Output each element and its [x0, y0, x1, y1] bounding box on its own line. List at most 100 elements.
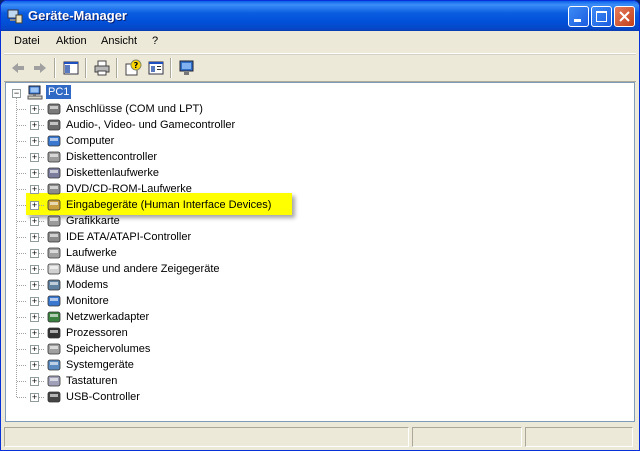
expand-toggle[interactable]: +: [30, 265, 39, 274]
minimize-button[interactable]: [568, 6, 589, 27]
print-icon[interactable]: [93, 59, 111, 77]
tree-connector: [17, 173, 26, 175]
storage-volume-icon: [47, 343, 61, 355]
tree-connector: [17, 221, 26, 223]
tree-item-label[interactable]: Audio-, Video- und Gamecontroller: [66, 119, 235, 131]
close-button[interactable]: [614, 6, 635, 27]
tree-item-label[interactable]: Computer: [66, 135, 114, 147]
tree-connector: [17, 269, 26, 271]
expand-toggle[interactable]: +: [30, 153, 39, 162]
tree-item-label[interactable]: Diskettenlaufwerke: [66, 167, 159, 179]
tree-connector: [17, 317, 26, 319]
tree-connector: [17, 349, 26, 351]
menu-datei[interactable]: Datei: [14, 35, 40, 47]
expand-toggle[interactable]: +: [30, 185, 39, 194]
system-device-icon: [47, 359, 61, 371]
device-tree[interactable]: − PC1 + Anschlüsse (COM und LPT) + Audio-, …: [5, 82, 635, 422]
port-icon: [47, 103, 61, 115]
status-cell-2: [412, 427, 522, 447]
tree-connector: [17, 237, 26, 239]
expand-toggle[interactable]: +: [30, 121, 39, 130]
scan-hardware-icon[interactable]: [178, 59, 196, 77]
tree-item-label[interactable]: USB-Controller: [66, 391, 140, 403]
forward-icon[interactable]: [31, 59, 49, 77]
display-adapter-icon: [47, 215, 61, 227]
tree-connector: [17, 301, 26, 303]
device-manager-app-icon: [7, 9, 23, 24]
tree-connector: [17, 333, 26, 335]
tree-item-label[interactable]: IDE ATA/ATAPI-Controller: [66, 231, 191, 243]
monitor-icon: [47, 295, 61, 307]
toolbar: ?: [4, 54, 636, 82]
show-hide-console-tree-icon[interactable]: [62, 59, 80, 77]
expand-toggle[interactable]: +: [30, 297, 39, 306]
keyboard-icon: [47, 375, 61, 387]
tree-connector: [17, 189, 26, 191]
tree-item-label[interactable]: Diskettencontroller: [66, 151, 157, 163]
tree-item-label[interactable]: Speichervolumes: [66, 343, 150, 355]
expand-toggle[interactable]: +: [30, 201, 39, 210]
tree-item-label[interactable]: Grafikkarte: [66, 215, 120, 227]
tree-item-label[interactable]: Anschlüsse (COM und LPT): [66, 103, 203, 115]
expand-toggle[interactable]: +: [30, 217, 39, 226]
expand-toggle[interactable]: +: [30, 345, 39, 354]
hid-icon: [47, 199, 61, 211]
root-expander[interactable]: −: [12, 89, 21, 98]
toolbar-separator: [116, 58, 118, 78]
back-icon[interactable]: [9, 59, 27, 77]
menu-ansicht[interactable]: Ansicht: [101, 35, 137, 47]
modem-icon: [47, 279, 61, 291]
network-adapter-icon: [47, 311, 61, 323]
expand-toggle[interactable]: +: [30, 105, 39, 114]
expand-toggle[interactable]: +: [30, 377, 39, 386]
toolbar-separator: [170, 58, 172, 78]
properties-help-icon[interactable]: ?: [124, 59, 142, 77]
expand-toggle[interactable]: +: [30, 329, 39, 338]
tree-item-label[interactable]: Tastaturen: [66, 375, 117, 387]
tree-item-label[interactable]: Systemgeräte: [66, 359, 134, 371]
device-manager-window: Geräte-Manager Datei Aktion Ansicht ? ? …: [0, 0, 640, 451]
expand-toggle[interactable]: +: [30, 249, 39, 258]
toolbar-separator: [85, 58, 87, 78]
usb-icon: [47, 391, 61, 403]
tree-item-label[interactable]: Prozessoren: [66, 327, 128, 339]
mouse-icon: [47, 263, 61, 275]
tree-connector: [17, 253, 26, 255]
expand-toggle[interactable]: +: [30, 137, 39, 146]
tree-item-label[interactable]: Netzwerkadapter: [66, 311, 149, 323]
maximize-icon: [596, 11, 607, 22]
tree-item-label[interactable]: Eingabegeräte (Human Interface Devices): [66, 199, 271, 211]
svg-text:?: ?: [134, 61, 139, 70]
tree-connector: [17, 397, 26, 399]
computer-root-icon: [27, 85, 43, 100]
expand-toggle[interactable]: +: [30, 361, 39, 370]
tree-connector: [17, 285, 26, 287]
tree-connector: [17, 381, 26, 383]
menu-help[interactable]: ?: [152, 35, 158, 47]
properties-icon[interactable]: [147, 59, 165, 77]
maximize-button[interactable]: [591, 6, 612, 27]
expand-toggle[interactable]: +: [30, 281, 39, 290]
tree-item-label[interactable]: DVD/CD-ROM-Laufwerke: [66, 183, 192, 195]
tree-connector: [17, 141, 26, 143]
menu-bar: Datei Aktion Ansicht ?: [4, 31, 636, 54]
toolbar-separator: [54, 58, 56, 78]
tree-item-label[interactable]: Monitore: [66, 295, 109, 307]
menu-aktion[interactable]: Aktion: [56, 35, 87, 47]
expand-toggle[interactable]: +: [30, 393, 39, 402]
floppy-controller-icon: [47, 151, 61, 163]
expand-toggle[interactable]: +: [30, 233, 39, 242]
tree-item-label[interactable]: Modems: [66, 279, 108, 291]
tree-item-label[interactable]: Mäuse und andere Zeigegeräte: [66, 263, 220, 275]
status-cell-3: [525, 427, 633, 447]
root-node-label[interactable]: PC1: [46, 85, 72, 99]
tree-item-label[interactable]: Laufwerke: [66, 247, 117, 259]
status-cell-main: [4, 427, 409, 447]
disk-drive-icon: [47, 247, 61, 259]
cdrom-icon: [47, 183, 61, 195]
expand-toggle[interactable]: +: [30, 169, 39, 178]
title-bar[interactable]: Geräte-Manager: [1, 1, 639, 31]
floppy-drive-icon: [47, 167, 61, 179]
tree-connector: [17, 109, 26, 111]
expand-toggle[interactable]: +: [30, 313, 39, 322]
